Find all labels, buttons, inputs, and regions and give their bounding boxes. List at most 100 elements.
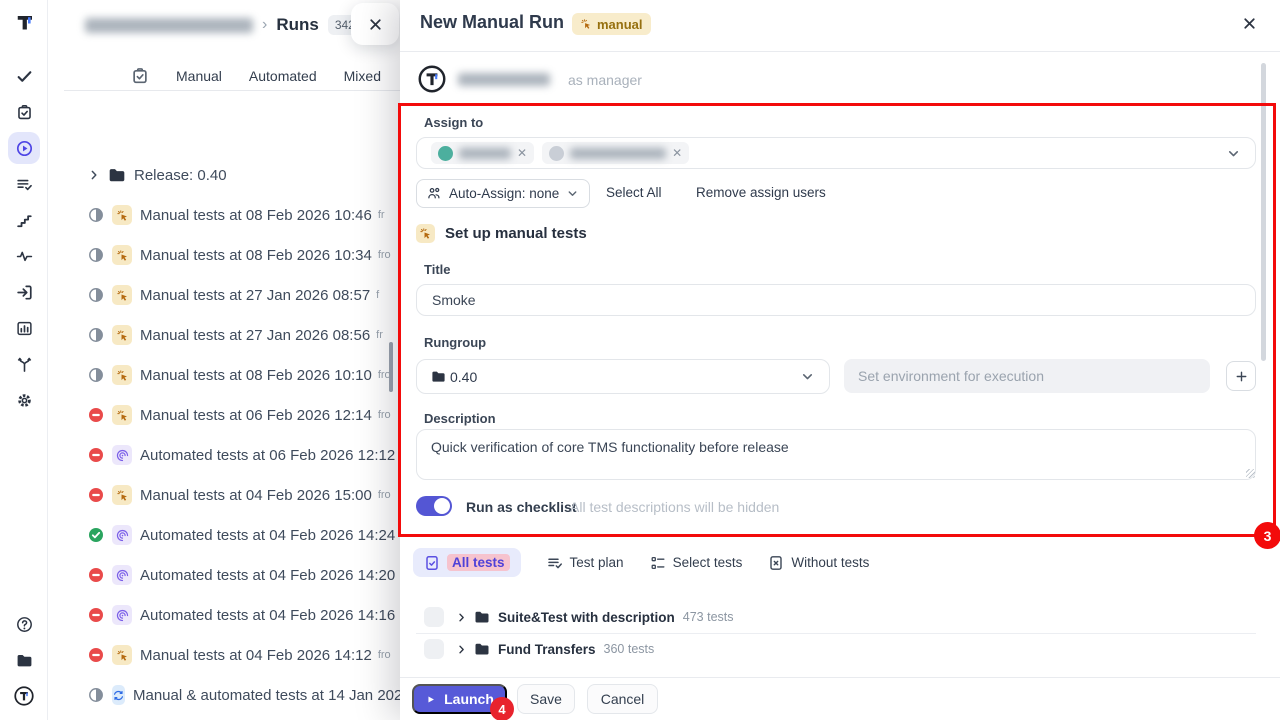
status-half-icon [88,207,104,223]
sidebar-item-play-circle-icon[interactable] [8,132,40,164]
sidebar-item-branch-icon[interactable] [8,348,40,380]
status-blocked-icon [88,447,104,463]
new-manual-run-modal: New Manual Run manual as manager Assign … [400,0,1280,720]
run-as-checklist-toggle[interactable] [416,496,452,516]
run-row[interactable]: Manual tests at 04 Feb 2026 14:12fro [88,635,400,675]
chevron-down-icon [566,187,579,200]
select-runs-icon[interactable] [131,67,149,85]
cancel-button[interactable]: Cancel [587,684,658,714]
automated-run-icon [112,605,132,625]
app: › Runs 342 ManualAutomatedMixedUnfin Rel… [0,0,1280,720]
run-row[interactable]: Automated tests at 04 Feb 2026 14:16 [88,595,400,635]
assigned-user-chip[interactable]: ✕ [431,142,534,164]
run-row[interactable]: Manual tests at 08 Feb 2026 10:10fro [88,355,400,395]
chevron-down-icon[interactable] [1226,146,1241,161]
run-label: Manual tests at 27 Jan 2026 08:57 [140,287,370,304]
run-row[interactable]: Manual tests at 08 Feb 2026 10:46fr [88,195,400,235]
page-tab-automated[interactable]: Automated [249,68,317,84]
environment-input[interactable] [844,359,1210,393]
run-row[interactable]: Manual & automated tests at 14 Jan 2026 [88,675,400,715]
modal-close-icon[interactable] [1241,15,1258,32]
chevron-right-icon[interactable] [88,169,100,181]
rungroup-value: 0.40 [450,369,477,385]
run-row[interactable]: Manual tests at 06 Feb 2026 12:14fro [88,395,400,435]
run-suffix: fr [376,329,383,341]
run-row[interactable]: Automated tests at 06 Feb 2026 12:12 [88,435,400,475]
sidebar-item-gear-icon[interactable] [8,384,40,416]
tab-without-tests[interactable]: Without tests [768,555,869,571]
run-row[interactable]: Manual tests at 08 Feb 2026 10:34fro [88,235,400,275]
assign-to-multiselect[interactable]: ✕✕ [416,137,1256,169]
chevron-right-icon[interactable] [456,612,467,623]
run-row[interactable]: Automated tests at 04 Feb 2026 14:20 [88,555,400,595]
run-label: Automated tests at 04 Feb 2026 14:24 [140,527,395,544]
rungroup-select[interactable]: 0.40 [416,359,830,394]
title-input[interactable] [416,284,1256,316]
remove-chip-icon[interactable]: ✕ [672,147,682,159]
runs-scrollbar[interactable] [389,342,393,392]
sidebar-item-steps-icon[interactable] [8,204,40,236]
sidebar-item-pulse-icon[interactable] [8,240,40,272]
save-button[interactable]: Save [517,684,575,714]
app-logo-icon[interactable] [13,11,35,33]
run-row[interactable]: Manual tests at 27 Jan 2026 08:56 fr [88,315,400,355]
manual-run-icon [112,405,132,425]
setup-heading-label: Set up manual tests [445,225,587,242]
panel-close-button[interactable] [351,3,399,45]
run-suffix: fro [378,489,391,501]
page-tab-manual[interactable]: Manual [176,68,222,84]
assigned-user-chip[interactable]: ✕ [542,142,689,164]
doc-check-icon [424,555,440,571]
tabs-divider [64,90,400,91]
tab-select-tests[interactable]: Select tests [650,555,743,571]
suite-checkbox[interactable] [424,607,444,627]
footer-divider [400,677,1280,678]
tree-divider [416,633,1256,634]
sidebar-item-import-icon[interactable] [8,276,40,308]
tab-test-plan[interactable]: Test plan [547,555,624,571]
auto-assign-button[interactable]: Auto-Assign: none [416,179,590,208]
folder-icon [474,609,490,625]
run-row[interactable]: Automated tests at 04 Feb 2026 14:24 [88,515,400,555]
page-tab-mixed[interactable]: Mixed [344,68,381,84]
manual-icon [580,18,592,30]
annotation-number-4: 4 [490,697,514,720]
tab-label: Without tests [791,555,869,570]
description-label: Description [424,411,496,426]
sidebar-item-help-icon[interactable] [8,608,40,640]
sidebar-item-logo-icon[interactable] [8,680,40,712]
chevron-right-icon[interactable] [456,644,467,655]
sidebar-item-folder-fill-icon[interactable] [8,644,40,676]
suite-checkbox[interactable] [424,639,444,659]
remove-chip-icon[interactable]: ✕ [517,147,527,159]
annotation-number-3: 3 [1254,522,1280,549]
sidebar-item-clipboard-check-icon[interactable] [8,96,40,128]
select-all-button[interactable]: Select All [606,185,662,200]
remove-assign-users-button[interactable]: Remove assign users [696,185,826,200]
modal-scrollbar[interactable] [1261,63,1266,361]
add-environment-button[interactable] [1226,361,1256,391]
description-textarea[interactable]: Quick verification of core TMS functiona… [416,429,1256,480]
sidebar-item-list-check-icon[interactable] [8,168,40,200]
folder-icon [474,641,490,657]
launch-button-label: Launch [444,691,494,707]
run-label: Manual tests at 27 Jan 2026 08:56 [140,327,370,344]
run-group-row[interactable]: Release: 0.40 [88,155,400,195]
run-label: Manual tests at 08 Feb 2026 10:10 [140,367,372,384]
mixed-run-icon [112,685,125,705]
tab-all-tests[interactable]: All tests [413,548,521,577]
sidebar-item-chart-icon[interactable] [8,312,40,344]
suite-row[interactable]: Suite&Test with description473 tests [400,602,1256,632]
runs-page: › Runs 342 ManualAutomatedMixedUnfin Rel… [48,0,400,720]
run-row[interactable]: Manual tests at 27 Jan 2026 08:57f [88,275,400,315]
textarea-resize-handle[interactable] [1246,469,1255,478]
suite-label: Suite&Test with description [498,610,675,625]
sidebar-item-check-icon[interactable] [8,60,40,92]
run-row[interactable]: Manual tests at 04 Feb 2026 15:00 fro [88,475,400,515]
run-label: Manual tests at 04 Feb 2026 15:00 [140,487,372,504]
breadcrumb-project-blurred[interactable] [85,18,253,33]
suite-label: Fund Transfers [498,642,596,657]
run-label: Manual tests at 08 Feb 2026 10:46 [140,207,372,224]
suite-row[interactable]: Fund Transfers360 tests [400,634,1256,664]
plan-icon [547,555,563,571]
